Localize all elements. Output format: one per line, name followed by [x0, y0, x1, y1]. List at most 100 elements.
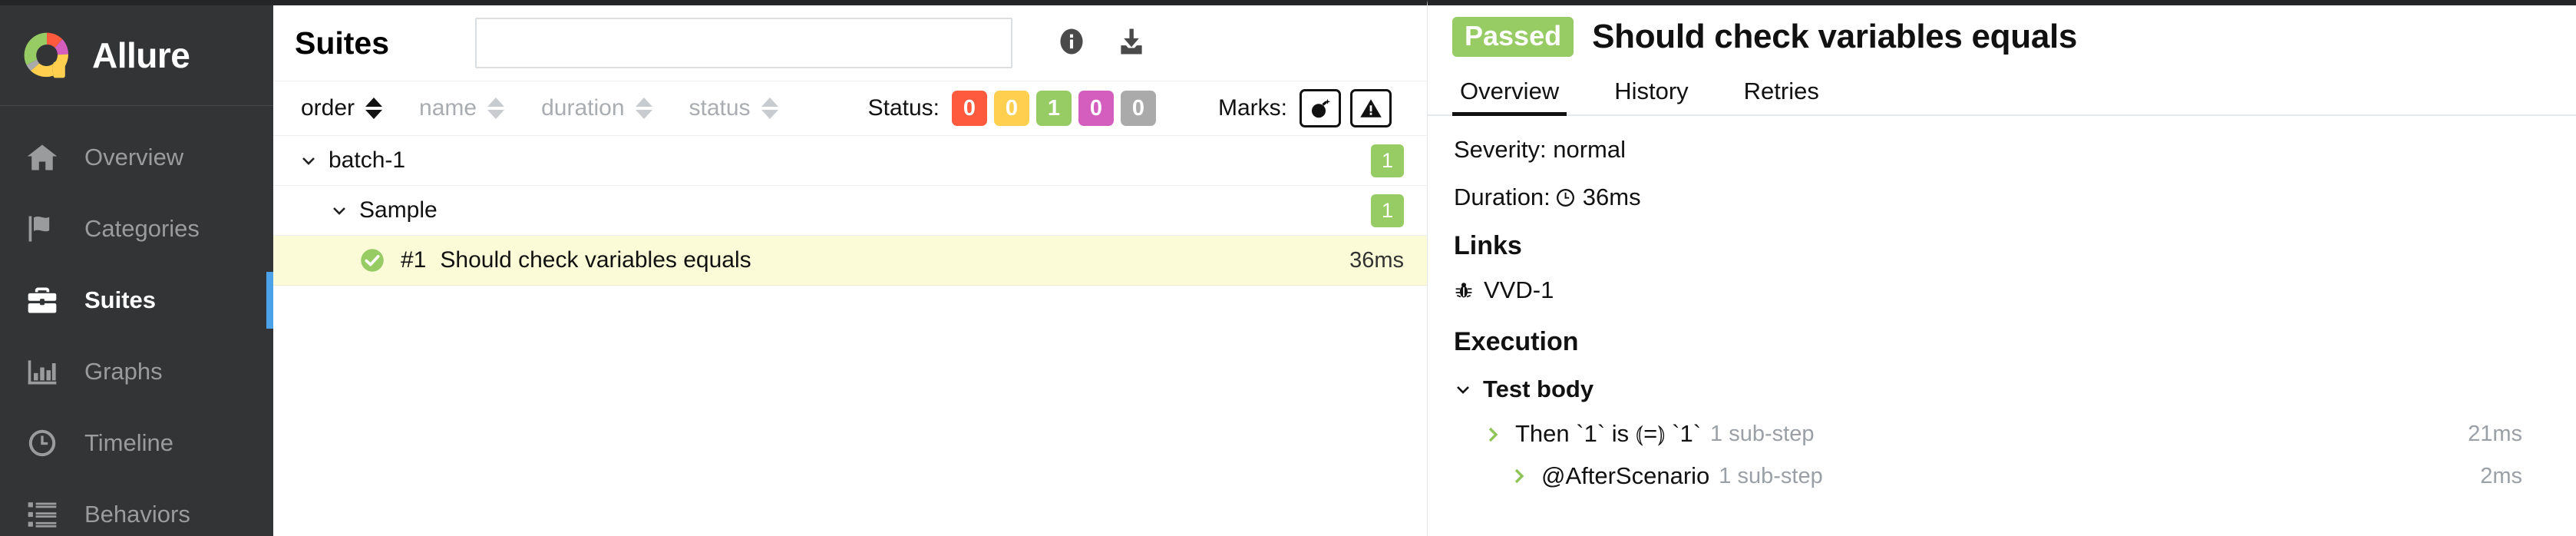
tree-group-sample[interactable]: Sample 1	[273, 186, 1427, 236]
sidebar-item-label: Timeline	[84, 428, 173, 456]
sort-caret-icon	[635, 98, 652, 119]
status-badge-broken[interactable]: 0	[994, 91, 1029, 126]
clock-icon	[23, 424, 61, 462]
chevron-right-icon	[1509, 467, 1529, 485]
sidebar-item-timeline[interactable]: Timeline	[0, 407, 273, 478]
filter-right-group: Status: 0 0 1 0 0 Marks:	[868, 89, 1401, 127]
brand-header[interactable]: Allure	[0, 5, 273, 106]
test-details-panel: Passed Should check variables equals Ove…	[1428, 0, 2576, 536]
step-text: @AfterScenario	[1541, 462, 1710, 489]
sorter-status[interactable]: status	[689, 95, 778, 121]
test-body-toggle[interactable]: Test body	[1454, 376, 2550, 403]
sidebar-item-label: Graphs	[84, 357, 163, 385]
chevron-down-icon	[1454, 380, 1472, 399]
sidebar-item-label: Categories	[84, 214, 200, 242]
sidebar-item-label: Suites	[84, 286, 157, 313]
test-duration: 36ms	[1349, 247, 1404, 273]
sort-caret-icon	[365, 98, 383, 119]
tab-label: Overview	[1460, 78, 1560, 104]
test-name: Should check variables equals	[440, 247, 751, 273]
tab-retries[interactable]: Retries	[1736, 78, 1827, 114]
status-badge-skipped[interactable]: 0	[1078, 91, 1114, 126]
bug-icon	[1454, 280, 1474, 300]
step-substeps: 1 sub-step	[1719, 463, 1823, 488]
brand-name: Allure	[92, 35, 190, 75]
warning-triangle-icon[interactable]	[1350, 89, 1392, 127]
sidebar-item-behaviors[interactable]: Behaviors	[0, 478, 273, 536]
test-number: #1	[401, 247, 427, 273]
link-item-vvd-1[interactable]: VVD-1	[1454, 276, 2550, 304]
step-text: Then `1` is ⦅=⦆ `1`	[1515, 420, 1702, 447]
status-filter-label: Status:	[867, 95, 940, 121]
suites-header: Suites	[273, 5, 1427, 81]
flag-icon	[23, 210, 61, 248]
duration-row: Duration: 36ms	[1454, 184, 2550, 211]
download-icon[interactable]	[1117, 27, 1146, 60]
sidebar-item-categories[interactable]: Categories	[0, 193, 273, 264]
chevron-down-icon	[299, 151, 318, 170]
tree-group-batch-1[interactable]: batch-1 1	[273, 136, 1427, 186]
marks-filter: Marks:	[1218, 89, 1401, 127]
sidebar-nav: Overview Categories Suites Graphs Timeli…	[0, 106, 273, 536]
allure-donut-logo	[20, 28, 74, 82]
status-filter: Status: 0 0 1 0 0	[868, 91, 1163, 126]
status-badge-failed[interactable]: 0	[952, 91, 987, 126]
status-badge-unknown[interactable]: 0	[1121, 91, 1156, 126]
step-duration: 2ms	[2480, 463, 2522, 488]
active-indicator	[266, 272, 273, 329]
sorter-label: name	[419, 95, 477, 121]
chevron-right-icon	[1483, 425, 1503, 444]
sidebar-item-label: Behaviors	[84, 500, 190, 528]
sorter-name[interactable]: name	[419, 95, 505, 121]
details-title: Should check variables equals	[1592, 18, 2078, 55]
tree-group-label: Sample	[359, 197, 438, 223]
sidebar-item-label: Overview	[84, 143, 184, 170]
link-label: VVD-1	[1484, 276, 1554, 303]
step-duration: 21ms	[2468, 422, 2522, 446]
tree-group-count: 1	[1371, 194, 1404, 227]
allure-report-app: Allure Overview Categories Suites Graphs…	[0, 0, 2576, 536]
clock-icon	[1555, 187, 1576, 208]
sort-caret-icon	[487, 98, 505, 119]
passed-check-icon	[359, 247, 385, 273]
suites-header-actions	[1057, 27, 1146, 60]
tab-label: Retries	[1743, 78, 1819, 104]
chevron-down-icon	[330, 201, 348, 220]
sorter-duration[interactable]: duration	[541, 95, 652, 121]
tree-group-count: 1	[1371, 144, 1404, 177]
sorter-order[interactable]: order	[301, 95, 383, 121]
suites-panel: Suites order name duration status Status…	[273, 0, 1428, 536]
details-tabs: Overview History Retries	[1428, 65, 2576, 116]
briefcase-icon	[23, 281, 61, 319]
search-input[interactable]	[475, 18, 1013, 68]
suites-filters: order name duration status Status: 0 0 1…	[273, 81, 1427, 136]
sidebar-item-graphs[interactable]: Graphs	[0, 336, 273, 407]
tree-group-label: batch-1	[329, 147, 406, 173]
sidebar-item-suites[interactable]: Suites	[0, 264, 273, 336]
sorter-label: order	[301, 95, 355, 121]
step-row-after-scenario[interactable]: @AfterScenario 1 sub-step 2ms	[1454, 462, 2550, 490]
tab-overview[interactable]: Overview	[1452, 78, 1567, 116]
execution-heading: Execution	[1454, 327, 1579, 356]
details-body: Severity: normal Duration: 36ms Links VV…	[1428, 116, 2576, 490]
step-row-then[interactable]: Then `1` is ⦅=⦆ `1` 1 sub-step 21ms	[1454, 420, 2550, 448]
bar-chart-icon	[23, 352, 61, 391]
test-body-label: Test body	[1483, 376, 1594, 402]
bomb-icon[interactable]	[1300, 89, 1341, 127]
severity-label: Severity: normal	[1454, 136, 1626, 163]
home-icon	[23, 138, 61, 177]
sidebar-item-overview[interactable]: Overview	[0, 121, 273, 193]
sidebar: Allure Overview Categories Suites Graphs…	[0, 0, 273, 536]
tab-label: History	[1614, 78, 1689, 104]
links-heading: Links	[1454, 231, 1522, 260]
tab-history[interactable]: History	[1607, 78, 1696, 114]
status-badge-passed[interactable]: 1	[1036, 91, 1072, 126]
status-badge: Passed	[1452, 16, 1574, 58]
tree-test-row[interactable]: #1 Should check variables equals 36ms	[273, 236, 1427, 286]
info-icon[interactable]	[1057, 27, 1086, 60]
step-substeps: 1 sub-step	[1710, 422, 1815, 446]
marks-filter-label: Marks:	[1218, 95, 1287, 121]
list-icon	[23, 495, 61, 534]
page-title: Suites	[295, 25, 390, 61]
search-container	[475, 18, 1013, 68]
